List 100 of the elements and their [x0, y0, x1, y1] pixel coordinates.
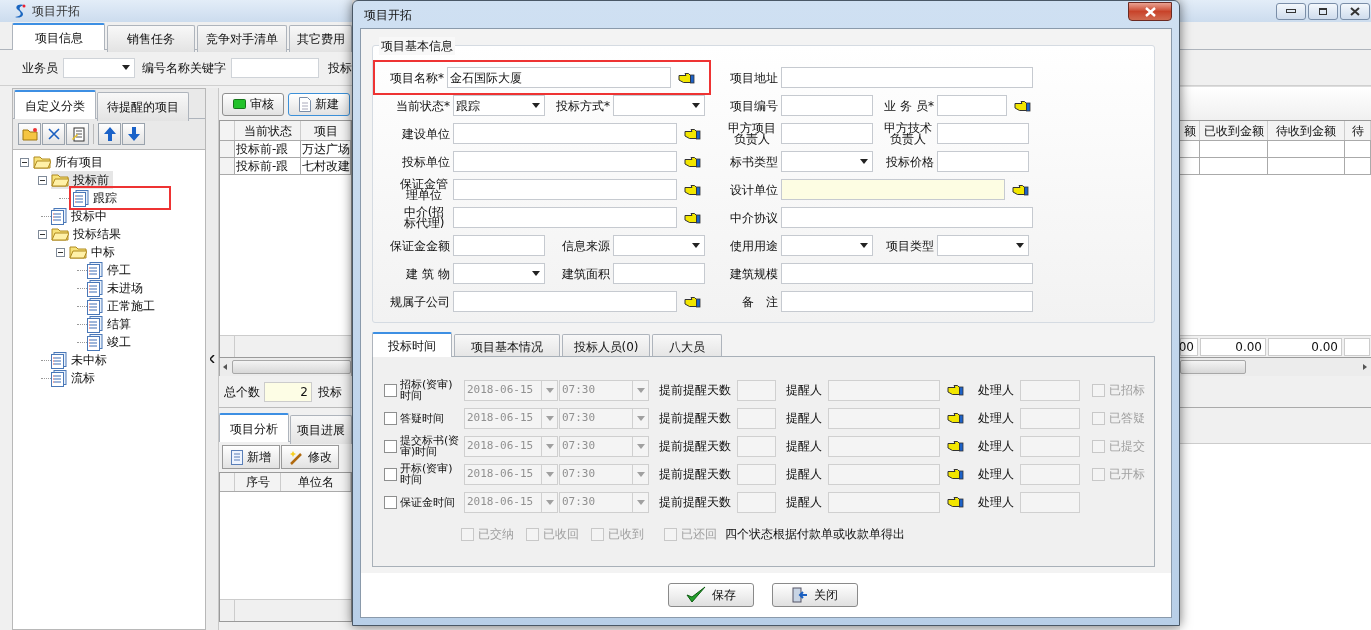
text-field[interactable] — [613, 263, 705, 284]
text-field[interactable] — [937, 123, 1029, 144]
text-field[interactable] — [453, 207, 677, 228]
minimize-button[interactable] — [1276, 2, 1306, 20]
text-field[interactable] — [453, 123, 677, 144]
tree-item[interactable]: 停工 — [87, 261, 135, 279]
checkbox[interactable] — [591, 527, 604, 541]
checkbox[interactable] — [526, 527, 539, 541]
dropdown-caret-icon — [532, 271, 540, 276]
collapse-toggle[interactable] — [37, 229, 47, 239]
pointing-hand-icon[interactable] — [684, 295, 701, 308]
text-field[interactable] — [781, 207, 1033, 228]
tab[interactable]: 项目分析 — [219, 413, 289, 442]
edit-button[interactable]: 修改 — [281, 445, 339, 469]
tree-item[interactable]: 竣工 — [87, 333, 135, 351]
tree-item[interactable]: 投标前 — [51, 171, 113, 189]
pointing-hand-icon[interactable] — [1012, 183, 1029, 196]
text-field[interactable] — [453, 235, 545, 256]
text-field[interactable] — [453, 179, 677, 200]
tab[interactable]: 销售任务 — [107, 25, 195, 52]
checkbox-label: 已提交 — [1109, 438, 1145, 455]
column-header: 待收到金额 — [1268, 121, 1345, 140]
collapse-toggle[interactable] — [19, 157, 29, 167]
edit-icon[interactable] — [66, 123, 89, 145]
text-field[interactable] — [781, 291, 1033, 312]
tree-item[interactable]: 结算 — [87, 315, 135, 333]
text-field[interactable] — [937, 95, 1007, 116]
checkbox[interactable] — [664, 527, 677, 541]
dropdown[interactable]: 跟踪 — [453, 95, 545, 116]
pointing-hand-icon[interactable] — [684, 127, 701, 140]
pointing-hand-icon[interactable] — [678, 71, 695, 84]
tab[interactable]: 待提醒的项目 — [97, 92, 189, 121]
tab[interactable]: 自定义分类 — [14, 90, 96, 119]
pointing-hand-icon[interactable] — [1014, 99, 1031, 112]
dropdown[interactable] — [937, 235, 1029, 256]
text-field[interactable] — [781, 67, 1033, 88]
keyword-field[interactable] — [231, 57, 319, 78]
tree-item[interactable]: 正常施工 — [87, 297, 159, 315]
tree-item[interactable]: 中标 — [69, 243, 119, 261]
close-icon — [1350, 6, 1360, 16]
text-field[interactable] — [453, 151, 677, 172]
move-down-icon[interactable] — [122, 123, 145, 145]
maximize-button[interactable] — [1308, 2, 1338, 20]
tree-item[interactable]: 流标 — [51, 369, 99, 387]
checkbox[interactable] — [461, 527, 474, 541]
tab[interactable]: 竞争对手清单 — [197, 25, 287, 52]
close-button[interactable]: 关闭 — [772, 583, 858, 607]
tree-item[interactable]: 投标中 — [51, 207, 111, 225]
tree-item[interactable]: 投标结果 — [51, 225, 125, 243]
dropdown[interactable] — [781, 235, 873, 256]
delete-icon[interactable] — [42, 123, 65, 145]
tree-item[interactable]: 所有项目 — [33, 153, 107, 171]
field-label: 甲方技术负责人 — [883, 122, 933, 145]
tab[interactable]: 项目进展 — [290, 415, 352, 444]
text-field[interactable]: 金石国际大厦 — [447, 67, 671, 88]
text-field[interactable] — [781, 123, 873, 144]
pointing-hand-icon[interactable] — [684, 211, 701, 224]
new-folder-icon[interactable] — [18, 123, 41, 145]
add-button[interactable]: 新增 — [222, 445, 280, 469]
pointing-hand-icon[interactable] — [684, 183, 701, 196]
close-button[interactable] — [1128, 2, 1172, 21]
salesperson-dropdown[interactable] — [63, 57, 135, 78]
field-label: 处理人 — [978, 466, 1014, 483]
close-button[interactable] — [1340, 2, 1370, 20]
dropdown[interactable] — [613, 95, 705, 116]
date-picker: 2018-06-15 — [464, 379, 558, 401]
tab[interactable]: 项目信息 — [12, 23, 105, 50]
text-field[interactable] — [781, 263, 1033, 284]
tree-item[interactable]: 跟踪 — [73, 189, 121, 207]
tree-item[interactable]: 未进场 — [87, 279, 147, 297]
text-field[interactable] — [937, 151, 1029, 172]
date-picker: 2018-06-15 — [464, 407, 558, 429]
dropdown[interactable] — [613, 235, 705, 256]
row-header[interactable] — [220, 158, 235, 174]
tab[interactable]: 其它费用 — [289, 25, 352, 52]
save-button[interactable]: 保存 — [668, 583, 754, 607]
table-cell: 投标前-跟 — [235, 158, 301, 174]
scrollbar-thumb[interactable] — [232, 360, 351, 374]
tree-item[interactable]: 未中标 — [51, 351, 111, 369]
tab[interactable]: 投标时间 — [372, 332, 452, 357]
text-field[interactable] — [781, 179, 1005, 200]
collapse-toggle[interactable] — [37, 175, 47, 185]
text-field[interactable] — [781, 95, 873, 116]
field-label: 标书类型 — [730, 153, 778, 171]
move-up-icon[interactable] — [98, 123, 121, 145]
row-header[interactable] — [220, 141, 235, 157]
field-label: 建筑规模 — [730, 265, 778, 283]
checkbox-label: 已答疑 — [1109, 410, 1145, 427]
scrollbar-thumb[interactable] — [1180, 360, 1246, 374]
dropdown[interactable] — [453, 263, 545, 284]
table-cell: 七村改建 — [301, 158, 351, 174]
field-label: 投标价格 — [886, 153, 934, 171]
text-field[interactable] — [453, 291, 677, 312]
new-button[interactable]: 新建 — [288, 92, 350, 116]
pointing-hand-icon[interactable] — [684, 155, 701, 168]
approve-button[interactable]: 审核 — [222, 92, 284, 116]
collapse-toggle[interactable] — [55, 247, 65, 257]
field-label: 编号名称关键字 — [142, 59, 226, 77]
field-label: 保证金金额 — [390, 237, 450, 255]
dropdown[interactable] — [781, 151, 873, 172]
